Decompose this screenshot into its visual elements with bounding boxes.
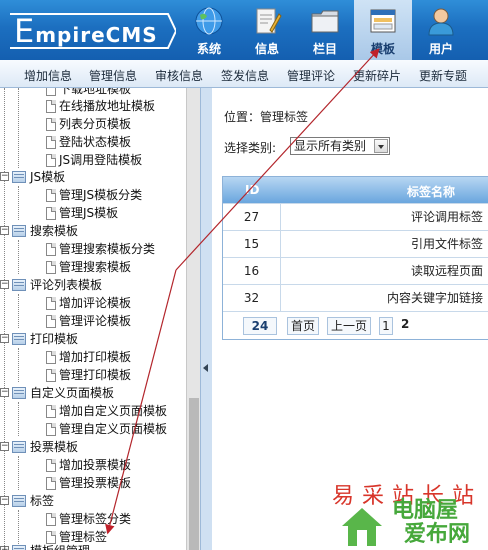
column-header-id[interactable]: ID — [245, 183, 259, 197]
template-tree: 下载地址模板 在线播放地址模板 列表分页模板 登陆状态模板 JS调用登陆模板 −… — [0, 88, 186, 550]
collapse-icon[interactable]: − — [0, 334, 9, 343]
document-icon — [46, 207, 56, 220]
logo: EmpireCMS — [8, 10, 178, 52]
submenu-review-info[interactable]: 审核信息 — [155, 67, 203, 84]
nav-template[interactable]: 模板 — [354, 0, 412, 60]
user-icon — [428, 8, 454, 36]
tag-table: ID 标签名称 27 评论调用标签 15 引用文件标签 16 读取远程页面 32 内容关… — [222, 176, 488, 340]
breadcrumb: 位置：管理标签 — [224, 110, 309, 124]
folder-icon — [12, 545, 26, 550]
folder-icon — [12, 279, 26, 291]
document-icon — [46, 136, 56, 149]
document-icon — [46, 100, 56, 113]
tree-scrollbar[interactable] — [186, 88, 200, 550]
document-icon — [46, 243, 56, 256]
collapse-icon[interactable]: − — [0, 388, 9, 397]
current-page: 1 — [379, 317, 393, 335]
document-icon — [46, 189, 56, 202]
folder-icon — [311, 10, 339, 33]
page-2-link[interactable]: 2 — [401, 317, 409, 331]
panel-toggle[interactable] — [200, 88, 212, 550]
collapse-icon[interactable]: − — [0, 280, 9, 289]
scrollbar-thumb[interactable] — [189, 398, 199, 550]
first-page-button[interactable]: 首页 — [287, 317, 319, 335]
document-icon — [46, 154, 56, 167]
table-row[interactable]: 15 引用文件标签 — [223, 230, 488, 257]
main-nav: 系统 信息 栏目 模板 用户 — [180, 0, 470, 60]
table-row[interactable]: 16 读取远程页面 — [223, 257, 488, 284]
folder-icon — [12, 387, 26, 399]
document-pen-icon — [256, 8, 282, 34]
table-row[interactable]: 27 评论调用标签 — [223, 203, 488, 230]
collapse-icon[interactable]: − — [0, 496, 9, 505]
document-icon — [46, 405, 56, 418]
collapse-left-icon[interactable] — [203, 364, 208, 372]
nav-column[interactable]: 栏目 — [296, 0, 354, 60]
document-icon — [46, 261, 56, 274]
column-header-name[interactable]: 标签名称 — [407, 183, 455, 200]
house-logo-icon — [342, 508, 382, 546]
filter-label: 选择类别: — [224, 141, 277, 155]
template-window-icon — [370, 9, 396, 33]
watermark-line-a: 电脑屋 — [392, 498, 459, 523]
folder-icon — [12, 441, 26, 453]
total-count: 24 — [243, 317, 277, 335]
submenu-manage-info[interactable]: 管理信息 — [89, 67, 137, 84]
table-header: ID 标签名称 — [223, 177, 488, 203]
folder-icon — [12, 495, 26, 507]
document-icon — [46, 369, 56, 382]
submenu-update-topics[interactable]: 更新专题 — [419, 67, 467, 84]
document-icon — [46, 423, 56, 436]
document-icon — [46, 118, 56, 131]
submenu-update-fragments[interactable]: 更新碎片 — [353, 67, 401, 84]
document-icon — [46, 459, 56, 472]
document-icon — [46, 351, 56, 364]
collapse-icon[interactable]: − — [0, 442, 9, 451]
sub-menu-bar: 增加信息 管理信息 审核信息 签发信息 管理评论 更新碎片 更新专题 — [0, 60, 488, 88]
table-row[interactable]: 32 内容关键字加链接 — [223, 284, 488, 311]
expand-icon[interactable]: + — [0, 546, 9, 550]
collapse-icon[interactable]: − — [0, 172, 9, 181]
prev-page-button[interactable]: 上一页 — [327, 317, 371, 335]
pagination: 24 首页 上一页 1 2 — [223, 311, 488, 339]
collapse-icon[interactable]: − — [0, 226, 9, 235]
watermark-line-b: 爱布网 — [404, 522, 471, 547]
submenu-add-info[interactable]: 增加信息 — [24, 67, 72, 84]
document-icon — [46, 315, 56, 328]
folder-icon — [12, 333, 26, 345]
document-icon — [46, 297, 56, 310]
document-icon — [46, 477, 56, 490]
globe-icon — [195, 7, 223, 35]
chevron-down-icon[interactable] — [374, 139, 388, 153]
nav-system[interactable]: 系统 — [180, 0, 238, 60]
category-select[interactable]: 显示所有类别 — [290, 137, 390, 155]
top-header: EmpireCMS 系统 信息 栏目 模板 用户 — [0, 0, 488, 60]
folder-icon — [12, 225, 26, 237]
document-icon — [46, 88, 56, 96]
submenu-sign-info[interactable]: 签发信息 — [221, 67, 269, 84]
folder-icon — [12, 171, 26, 183]
document-icon — [46, 513, 56, 526]
nav-user[interactable]: 用户 — [412, 0, 470, 60]
nav-info[interactable]: 信息 — [238, 0, 296, 60]
submenu-manage-comments[interactable]: 管理评论 — [287, 67, 335, 84]
